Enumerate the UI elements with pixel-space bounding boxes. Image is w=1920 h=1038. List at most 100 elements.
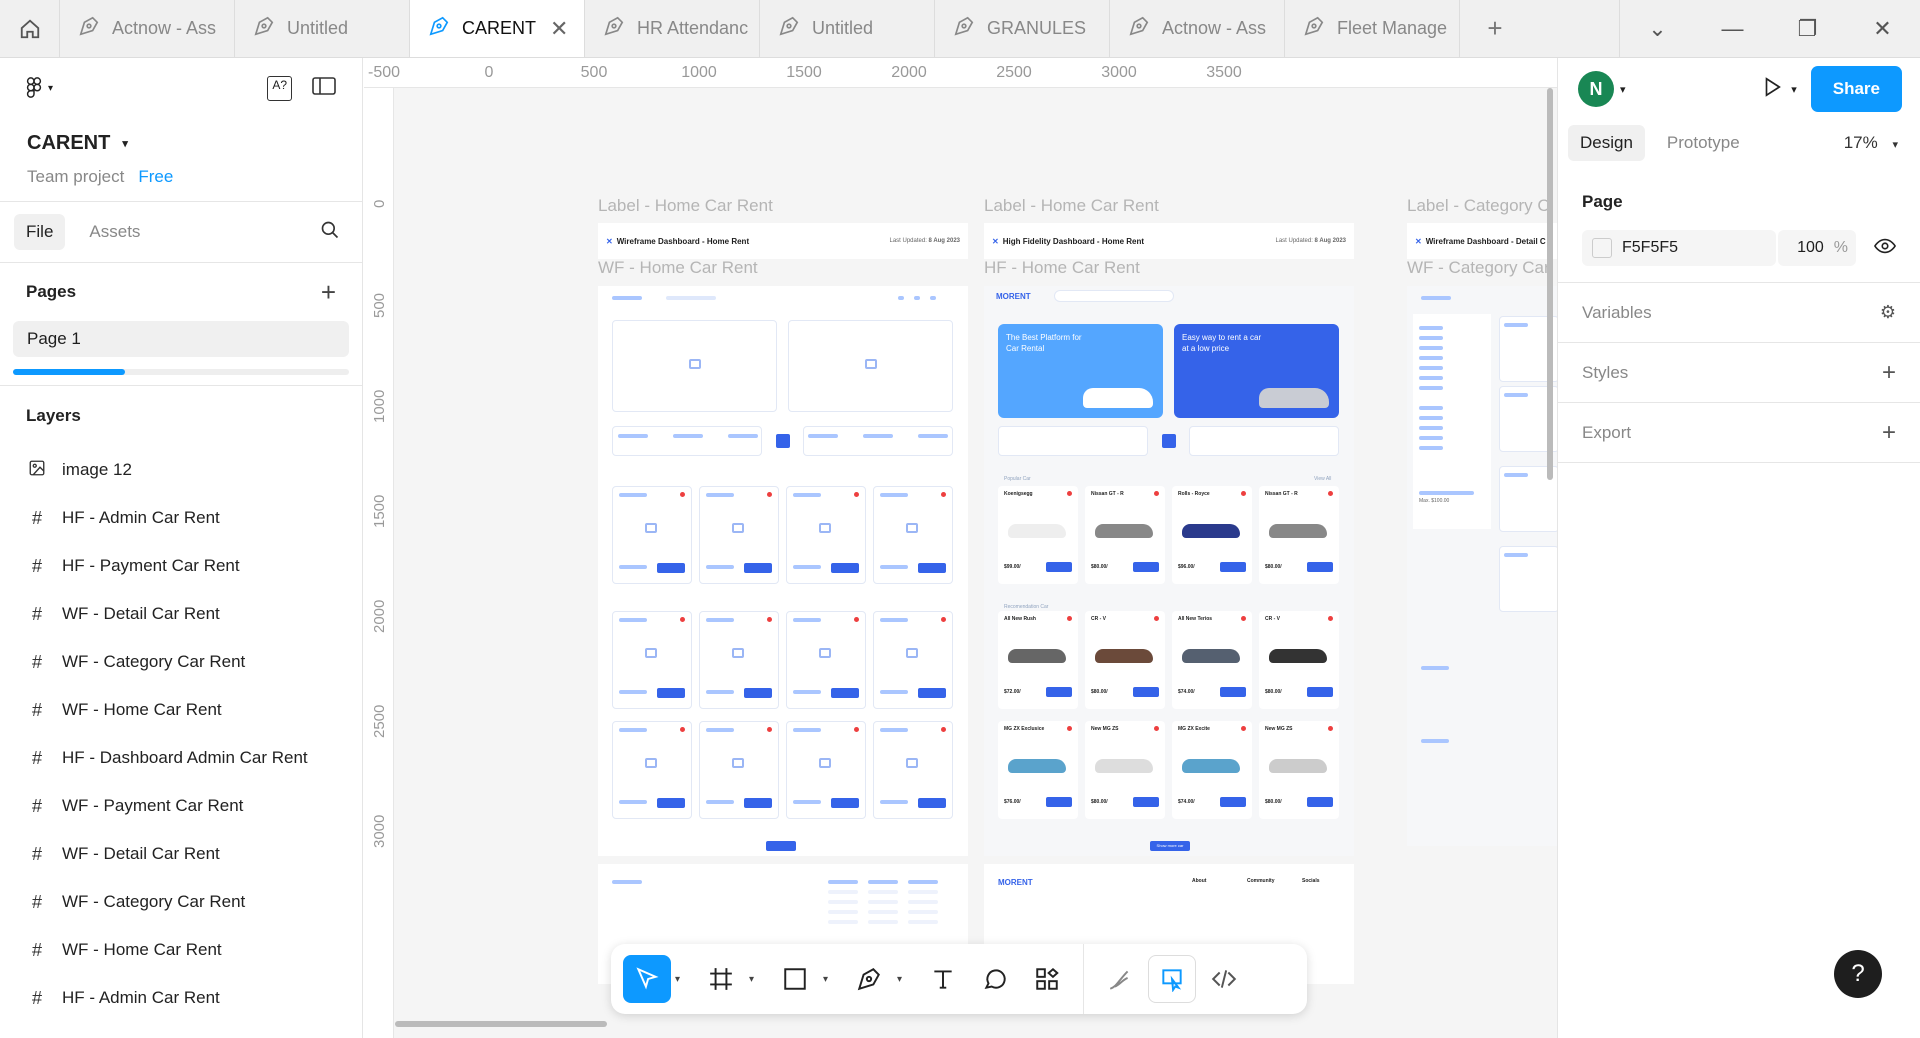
section-label: Popular Car — [1004, 476, 1031, 482]
layer-item[interactable]: # WF - Category Car Rent — [0, 638, 362, 686]
chevron-down-icon[interactable]: ▾ — [1620, 83, 1626, 96]
comment-tool-icon[interactable] — [971, 955, 1019, 1003]
wf-category-frame[interactable]: Max. $100.00 — [1407, 286, 1557, 846]
dev-mode-icon[interactable] — [1200, 955, 1248, 1003]
section-label: View All — [1314, 476, 1332, 482]
eye-icon[interactable] — [1856, 238, 1897, 259]
fill-opacity-input[interactable]: 100% — [1778, 230, 1856, 266]
tab-prototype[interactable]: Prototype — [1655, 125, 1752, 161]
plan-badge[interactable]: Free — [138, 167, 173, 186]
add-export-icon[interactable]: + — [1882, 419, 1896, 447]
layer-item[interactable]: # HF - Admin Car Rent — [0, 974, 362, 1022]
page-item[interactable]: Page 1 — [13, 321, 349, 357]
chevron-down-icon[interactable]: ▾ — [1791, 83, 1797, 96]
layer-item[interactable]: # HF - Admin Car Rent — [0, 494, 362, 542]
design-mode-icon[interactable] — [1148, 955, 1196, 1003]
layer-item[interactable]: # WF - Payment Car Rent — [0, 782, 362, 830]
tab-6[interactable]: Actnow - Ass — [1110, 0, 1285, 57]
horizontal-scrollbar[interactable] — [395, 1021, 607, 1027]
project-title[interactable]: CARENT ▾ — [27, 132, 335, 155]
share-button[interactable]: Share — [1810, 66, 1902, 112]
wf-footer-link — [868, 910, 898, 914]
fill-swatch[interactable] — [1592, 238, 1612, 258]
frame-header-title: High Fidelity Dashboard - Home Rent — [1002, 236, 1145, 246]
wf-card-price — [619, 800, 647, 804]
frame-header-title: Wireframe Dashboard - Home Rent — [616, 236, 750, 246]
present-play-icon[interactable] — [1761, 76, 1783, 103]
variables-section[interactable]: Variables ⚙ — [1558, 283, 1920, 343]
chevron-down-icon[interactable]: ▾ — [675, 974, 693, 985]
wf-banner-box — [788, 320, 953, 412]
layer-item[interactable]: # HF - Payment Car Rent — [0, 542, 362, 590]
car-price: $80.00/ — [1265, 564, 1282, 570]
home-icon[interactable] — [0, 0, 60, 57]
tab-4[interactable]: Untitled — [760, 0, 935, 57]
add-page-icon[interactable]: + — [321, 277, 336, 308]
hf-home-frame[interactable]: MORENT The Best Platform for Car Rental Ea… — [984, 286, 1354, 856]
canvas[interactable]: -500 0 500 1000 1500 2000 2500 3000 3500 0 500 100… — [364, 58, 1557, 1038]
restore-icon[interactable]: ❐ — [1770, 0, 1845, 57]
wf-home-frame[interactable] — [598, 286, 968, 856]
ai-text-icon[interactable]: A? — [267, 75, 292, 101]
fill-hex[interactable]: F5F5F5 — [1622, 239, 1678, 257]
rectangle-tool-icon[interactable] — [771, 955, 819, 1003]
add-style-icon[interactable]: + — [1882, 359, 1896, 387]
move-tool-icon[interactable] — [623, 955, 671, 1003]
layer-item[interactable]: # WF - Category Car Rent — [0, 878, 362, 926]
close-window-icon[interactable]: ✕ — [1845, 0, 1920, 57]
draw-mode-icon[interactable] — [1096, 955, 1144, 1003]
frame-header[interactable]: ✕ Wireframe Dashboard - Detail C — [1407, 223, 1557, 259]
tab-3[interactable]: HR Attendanc — [585, 0, 760, 57]
avatar[interactable]: N — [1578, 71, 1614, 107]
tab-design[interactable]: Design — [1568, 125, 1645, 161]
frame-tool-icon[interactable] — [697, 955, 745, 1003]
zoom-level[interactable]: 17% ▾ — [1844, 133, 1910, 153]
layer-item[interactable]: # WF - Home Car Rent — [0, 926, 362, 974]
ruler-tick: 1000 — [371, 389, 388, 423]
tab-0[interactable]: Actnow - Ass — [60, 0, 235, 57]
tab-7[interactable]: Fleet Manage — [1285, 0, 1460, 57]
wf-card-price — [619, 565, 647, 569]
styles-section[interactable]: Styles + — [1558, 343, 1920, 403]
footer-logo: MORENT — [998, 878, 1033, 887]
banner-title: The Best Platform for Car Rental — [1006, 333, 1082, 354]
frame-header[interactable]: ✕ High Fidelity Dashboard - Home Rent Last… — [984, 223, 1354, 259]
car-image — [1095, 649, 1153, 663]
chevron-down-icon[interactable]: ▾ — [897, 974, 915, 985]
layer-item[interactable]: # WF - Home Car Rent — [0, 686, 362, 734]
pen-tool-icon[interactable] — [845, 955, 893, 1003]
figma-menu-icon[interactable]: ▾ — [26, 77, 53, 99]
tab-label: HR Attendanc — [637, 18, 749, 38]
minimize-icon[interactable]: — — [1695, 0, 1770, 57]
wf-car-card — [612, 721, 692, 819]
layer-item[interactable]: # WF - Detail Car Rent — [0, 830, 362, 878]
car-price: $80.00/ — [1091, 564, 1108, 570]
help-button[interactable]: ? — [1834, 950, 1882, 998]
new-tab-button[interactable]: + — [1460, 0, 1530, 57]
tab-2[interactable]: CARENT ✕ — [410, 0, 585, 57]
sidebar-toggle-icon[interactable] — [312, 76, 336, 101]
car-image — [1269, 524, 1327, 538]
chevron-down-icon[interactable]: ▾ — [749, 974, 767, 985]
frame-header[interactable]: ✕ Wireframe Dashboard - Home Rent Last Upd… — [598, 223, 968, 259]
file-tab[interactable]: File — [14, 214, 66, 250]
vertical-scrollbar[interactable] — [1547, 88, 1553, 480]
image-placeholder-icon — [906, 648, 918, 658]
variables-settings-icon[interactable]: ⚙ — [1880, 302, 1896, 323]
layer-item[interactable]: image 12 — [0, 446, 362, 494]
search-icon[interactable] — [320, 220, 340, 245]
page-fill-input[interactable]: F5F5F5 — [1582, 230, 1776, 266]
pages-scrollbar[interactable] — [13, 369, 349, 375]
chevron-down-icon[interactable]: ⌄ — [1620, 0, 1695, 57]
export-section[interactable]: Export + — [1558, 403, 1920, 463]
layer-item[interactable]: # WF - Detail Car Rent — [0, 590, 362, 638]
wf-pickup-box — [612, 426, 762, 456]
assets-tab[interactable]: Assets — [77, 214, 152, 250]
close-tab-icon[interactable]: ✕ — [550, 16, 570, 42]
tab-5[interactable]: GRANULES — [935, 0, 1110, 57]
actions-tool-icon[interactable] — [1023, 955, 1071, 1003]
tab-1[interactable]: Untitled — [235, 0, 410, 57]
text-tool-icon[interactable] — [919, 955, 967, 1003]
layer-item[interactable]: # HF - Dashboard Admin Car Rent — [0, 734, 362, 782]
chevron-down-icon[interactable]: ▾ — [823, 974, 841, 985]
